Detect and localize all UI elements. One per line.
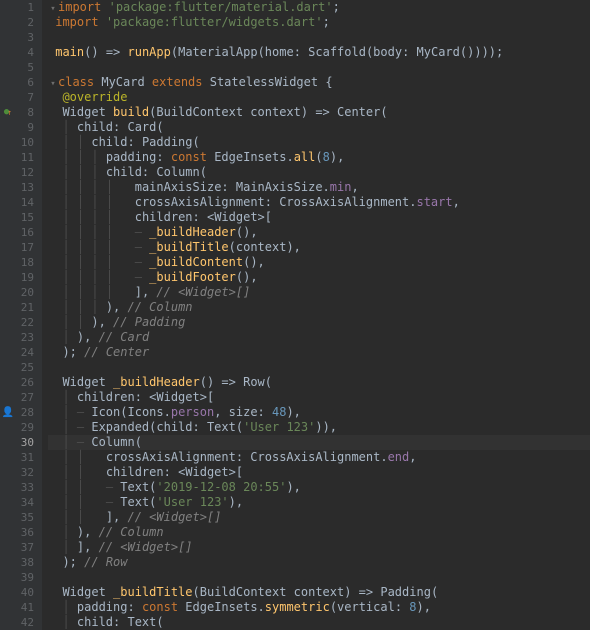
line-number[interactable]: 9 [0,120,42,135]
line-number[interactable]: 16 [0,225,42,240]
line-number[interactable]: 7 [0,90,42,105]
code-line[interactable]: │ ), // Card [48,330,590,345]
code-line[interactable]: ); // Center [48,345,590,360]
line-number[interactable]: 11 [0,150,42,165]
code-line[interactable]: │ │ ), // Padding [48,315,590,330]
line-number[interactable]: 33 [0,480,42,495]
code-line[interactable]: │ │ │ │ children: <Widget>[ [48,210,590,225]
code-line[interactable]: @override [48,90,590,105]
code-line[interactable]: │ │ │ child: Column( [48,165,590,180]
code-line[interactable]: │ child: Card( [48,120,590,135]
line-number[interactable]: 3 [0,30,42,45]
line-number[interactable]: 6 [0,75,42,90]
code-line[interactable]: │ padding: const EdgeInsets.symmetric(ve… [48,600,590,615]
line-number[interactable]: 24 [0,345,42,360]
line-number[interactable]: 21 [0,300,42,315]
line-number[interactable]: 31 [0,450,42,465]
code-line[interactable]: │ │ — Text('2019-12-08 20:55'), [48,480,590,495]
code-line[interactable]: │ ], // <Widget>[] [48,540,590,555]
code-line[interactable]: ); // Row [48,555,590,570]
line-number[interactable]: 13 [0,180,42,195]
line-number[interactable]: 40 [0,585,42,600]
code-line[interactable]: import 'package:flutter/material.dart'; [48,0,590,15]
line-number[interactable]: 25 [0,360,42,375]
code-line[interactable]: │ │ child: Padding( [48,135,590,150]
line-number[interactable]: 42 [0,615,42,630]
code-line[interactable]: class MyCard extends StatelessWidget { [48,75,590,90]
line-number[interactable]: 1 [0,0,42,15]
code-line[interactable]: │ │ │ │ mainAxisSize: MainAxisSize.min, [48,180,590,195]
code-line[interactable]: │ — Icon(Icons.person, size: 48), [48,405,590,420]
line-number[interactable]: 38 [0,555,42,570]
line-number[interactable]: 27 [0,390,42,405]
line-number[interactable]: 36 [0,525,42,540]
line-number[interactable]: 4 [0,45,42,60]
line-number[interactable]: 23 [0,330,42,345]
code-line[interactable] [48,360,590,375]
line-number[interactable]: 19 [0,270,42,285]
code-line[interactable]: │ │ │ │ — _buildFooter(), [48,270,590,285]
code-line[interactable]: │ │ crossAxisAlignment: CrossAxisAlignme… [48,450,590,465]
line-number[interactable]: 32 [0,465,42,480]
code-line[interactable]: import 'package:flutter/widgets.dart'; [48,15,590,30]
code-line[interactable] [48,30,590,45]
code-line[interactable]: │ │ │ padding: const EdgeInsets.all(8), [48,150,590,165]
line-number[interactable]: 5 [0,60,42,75]
line-number[interactable]: 26 [0,375,42,390]
code-line[interactable]: Widget _buildHeader() => Row( [48,375,590,390]
line-number[interactable]: 30 [0,435,42,450]
line-number[interactable]: 28👤 [0,405,42,420]
line-number[interactable]: 2 [0,15,42,30]
code-line[interactable]: │ │ │ │ ], // <Widget>[] [48,285,590,300]
line-number[interactable]: 41 [0,600,42,615]
line-number[interactable]: 17 [0,240,42,255]
line-number[interactable]: 10 [0,135,42,150]
code-line[interactable]: Widget _buildTitle(BuildContext context)… [48,585,590,600]
code-line[interactable] [48,60,590,75]
line-number[interactable]: 8●↑ [0,105,42,120]
code-line[interactable]: │ │ │ │ — _buildContent(), [48,255,590,270]
line-number[interactable]: 14 [0,195,42,210]
code-line[interactable]: │ ), // Column [48,525,590,540]
code-line[interactable]: │ │ — Text('User 123'), [48,495,590,510]
code-line[interactable]: │ │ │ │ — _buildTitle(context), [48,240,590,255]
code-line[interactable]: │ │ │ ), // Column [48,300,590,315]
line-number[interactable]: 22 [0,315,42,330]
code-line[interactable]: │ — Expanded(child: Text('User 123')), [48,420,590,435]
code-line[interactable]: │ │ children: <Widget>[ [48,465,590,480]
line-number[interactable]: 29 [0,420,42,435]
line-number[interactable]: 39 [0,570,42,585]
line-number[interactable]: 37 [0,540,42,555]
gutter: 12345678●↑910111213141516171819202122232… [0,0,42,630]
override-gutter-icon[interactable]: ●↑ [2,107,14,119]
author-gutter-icon[interactable]: 👤 [2,407,14,419]
line-number[interactable]: 12 [0,165,42,180]
line-number[interactable]: 20 [0,285,42,300]
code-line[interactable]: │ — Column( [48,435,590,450]
line-number[interactable]: 18 [0,255,42,270]
line-number[interactable]: 35 [0,510,42,525]
code-line[interactable]: │ │ │ │ — _buildHeader(), [48,225,590,240]
code-line[interactable]: Widget build(BuildContext context) => Ce… [48,105,590,120]
line-number[interactable]: 34 [0,495,42,510]
code-editor[interactable]: import 'package:flutter/material.dart'; … [42,0,590,630]
code-line[interactable]: │ │ │ │ crossAxisAlignment: CrossAxisAli… [48,195,590,210]
code-line[interactable]: main() => runApp(MaterialApp(home: Scaff… [48,45,590,60]
code-line[interactable] [48,570,590,585]
code-line[interactable]: │ │ ], // <Widget>[] [48,510,590,525]
code-line[interactable]: │ children: <Widget>[ [48,390,590,405]
code-line[interactable]: │ child: Text( [48,615,590,630]
line-number[interactable]: 15 [0,210,42,225]
